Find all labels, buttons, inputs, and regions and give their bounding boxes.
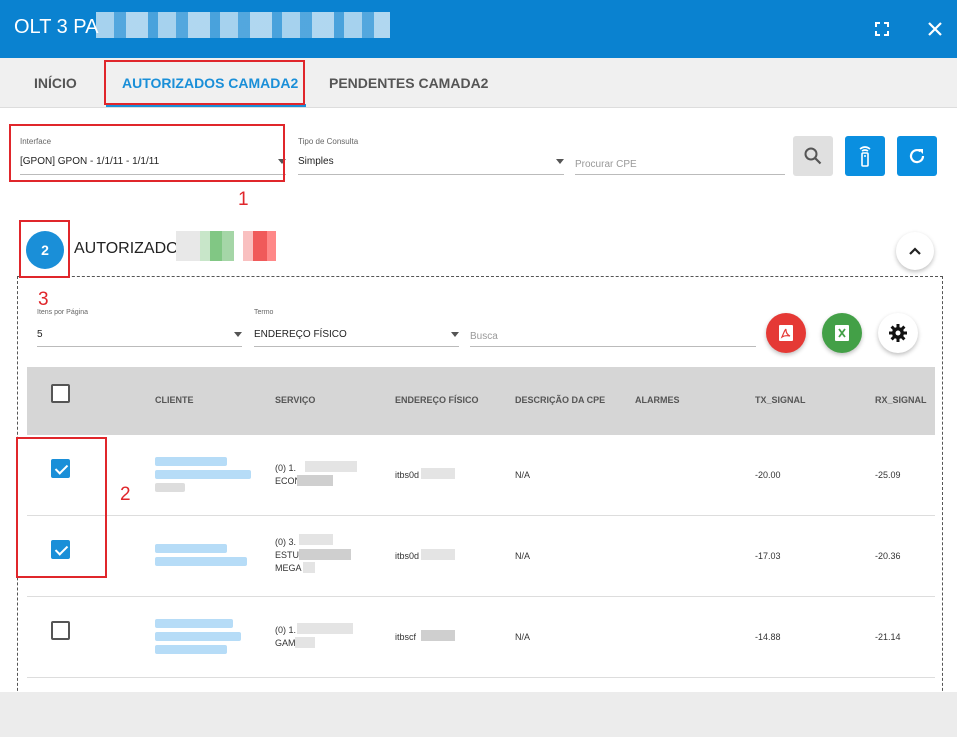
table-row[interactable]: (0) 1. GAM itbscf N/A -14.88 -21.14 — [27, 597, 935, 678]
window-title: OLT 3 PA — [14, 16, 99, 38]
refresh-button[interactable] — [897, 136, 937, 176]
endereco-fisico: itbs0d — [395, 551, 420, 561]
main-content: Interface [GPON] GPON - 1/1/11 - 1/1/11 … — [0, 108, 957, 692]
endereco-fisico: itbscf — [395, 632, 417, 642]
servico-line: GAM — [275, 638, 296, 648]
refresh-icon — [909, 148, 925, 164]
export-excel-button[interactable] — [822, 313, 862, 353]
tipo-consulta-label: Tipo de Consulta — [298, 137, 359, 146]
excel-icon — [835, 325, 849, 341]
search-icon — [804, 147, 822, 165]
items-per-page-value: 5 — [37, 329, 43, 340]
table-row[interactable]: (0) 1. ECON itbs0d N/A -20.00 -25.09 — [27, 435, 935, 516]
endereco-fisico: itbs0d — [395, 470, 420, 480]
termo-select[interactable]: Termo ENDEREÇO FÍSICO — [254, 309, 459, 347]
header-cliente[interactable]: CLIENTE — [155, 395, 194, 405]
row-checkbox[interactable] — [51, 621, 70, 640]
tipo-consulta-select[interactable]: Tipo de Consulta Simples — [298, 137, 564, 175]
tx-signal: -14.88 — [755, 632, 781, 642]
header-alarmes[interactable]: ALARMES — [635, 395, 680, 405]
search-button[interactable] — [793, 136, 833, 176]
rx-signal: -25.09 — [875, 470, 901, 480]
select-all-checkbox[interactable] — [51, 384, 70, 403]
items-per-page-select[interactable]: Itens por Página 5 — [37, 309, 242, 347]
export-pdf-button[interactable] — [766, 313, 806, 353]
expand-icon[interactable] — [867, 14, 897, 44]
remote-icon — [859, 146, 871, 167]
servico-line: (0) 1. — [275, 625, 297, 635]
annotation-number-3: 3 — [38, 289, 49, 310]
window-titlebar: OLT 3 PA — [0, 0, 957, 58]
header-rx-signal[interactable]: RX_SIGNAL — [875, 395, 927, 405]
pdf-icon — [779, 325, 793, 341]
annotation-number-2: 2 — [120, 484, 131, 505]
tx-signal: -17.03 — [755, 551, 781, 561]
header-servico[interactable]: SERVIÇO — [275, 395, 315, 405]
header-tx-signal[interactable]: TX_SIGNAL — [755, 395, 806, 405]
tab-inicio[interactable]: INÍCIO — [34, 58, 77, 108]
remote-button[interactable] — [845, 136, 885, 176]
redacted-authorized-count — [176, 231, 234, 261]
servico-line: MEGA — [275, 563, 302, 573]
tab-pendentes-camada2[interactable]: PENDENTES CAMADA2 — [329, 58, 488, 108]
header-endereco-fisico[interactable]: ENDEREÇO FÍSICO — [395, 395, 479, 405]
collapse-button[interactable] — [896, 232, 934, 270]
table-settings-button[interactable] — [878, 313, 918, 353]
redacted-title — [96, 12, 390, 38]
chevron-down-icon — [234, 332, 242, 337]
close-icon[interactable] — [920, 14, 950, 44]
descricao-cpe: N/A — [515, 470, 531, 480]
redacted-cliente — [155, 457, 227, 466]
servico-line: (0) 3. — [275, 537, 297, 547]
busca-input[interactable]: Busca — [470, 320, 756, 347]
redacted-alert-count — [243, 231, 276, 261]
gear-icon — [889, 324, 907, 342]
rx-signal: -20.36 — [875, 551, 901, 561]
annotation-box-interface — [9, 124, 285, 182]
annotation-box-tab — [104, 60, 305, 105]
annotation-box-count — [19, 220, 70, 278]
redacted-cliente — [155, 619, 233, 628]
redacted-cliente — [155, 544, 227, 553]
descricao-cpe: N/A — [515, 551, 531, 561]
busca-placeholder: Busca — [470, 331, 498, 342]
annotation-box-checkboxes — [16, 437, 107, 578]
termo-label: Termo — [254, 309, 274, 316]
chevron-down-icon — [451, 332, 459, 337]
chevron-up-icon — [909, 247, 921, 255]
procurar-cpe-placeholder: Procurar CPE — [575, 159, 637, 170]
footer-area — [0, 692, 957, 737]
descricao-cpe: N/A — [515, 632, 531, 642]
procurar-cpe-input[interactable]: Procurar CPE — [575, 148, 785, 175]
table-row[interactable]: (0) 3. ESTU MEGA itbs0d N/A -17.03 -20.3… — [27, 516, 935, 597]
tx-signal: -20.00 — [755, 470, 781, 480]
chevron-down-icon — [556, 159, 564, 164]
servico-line: (0) 1. — [275, 463, 297, 473]
termo-value: ENDEREÇO FÍSICO — [254, 329, 347, 340]
annotation-number-1: 1 — [238, 189, 249, 210]
header-descricao-cpe[interactable]: DESCRIÇÃO DA CPE — [515, 395, 605, 405]
servico-line: ESTU — [275, 550, 300, 560]
tipo-consulta-value: Simples — [298, 156, 334, 167]
table-header: CLIENTE SERVIÇO ENDEREÇO FÍSICO DESCRIÇÃ… — [27, 367, 935, 435]
rx-signal: -21.14 — [875, 632, 901, 642]
